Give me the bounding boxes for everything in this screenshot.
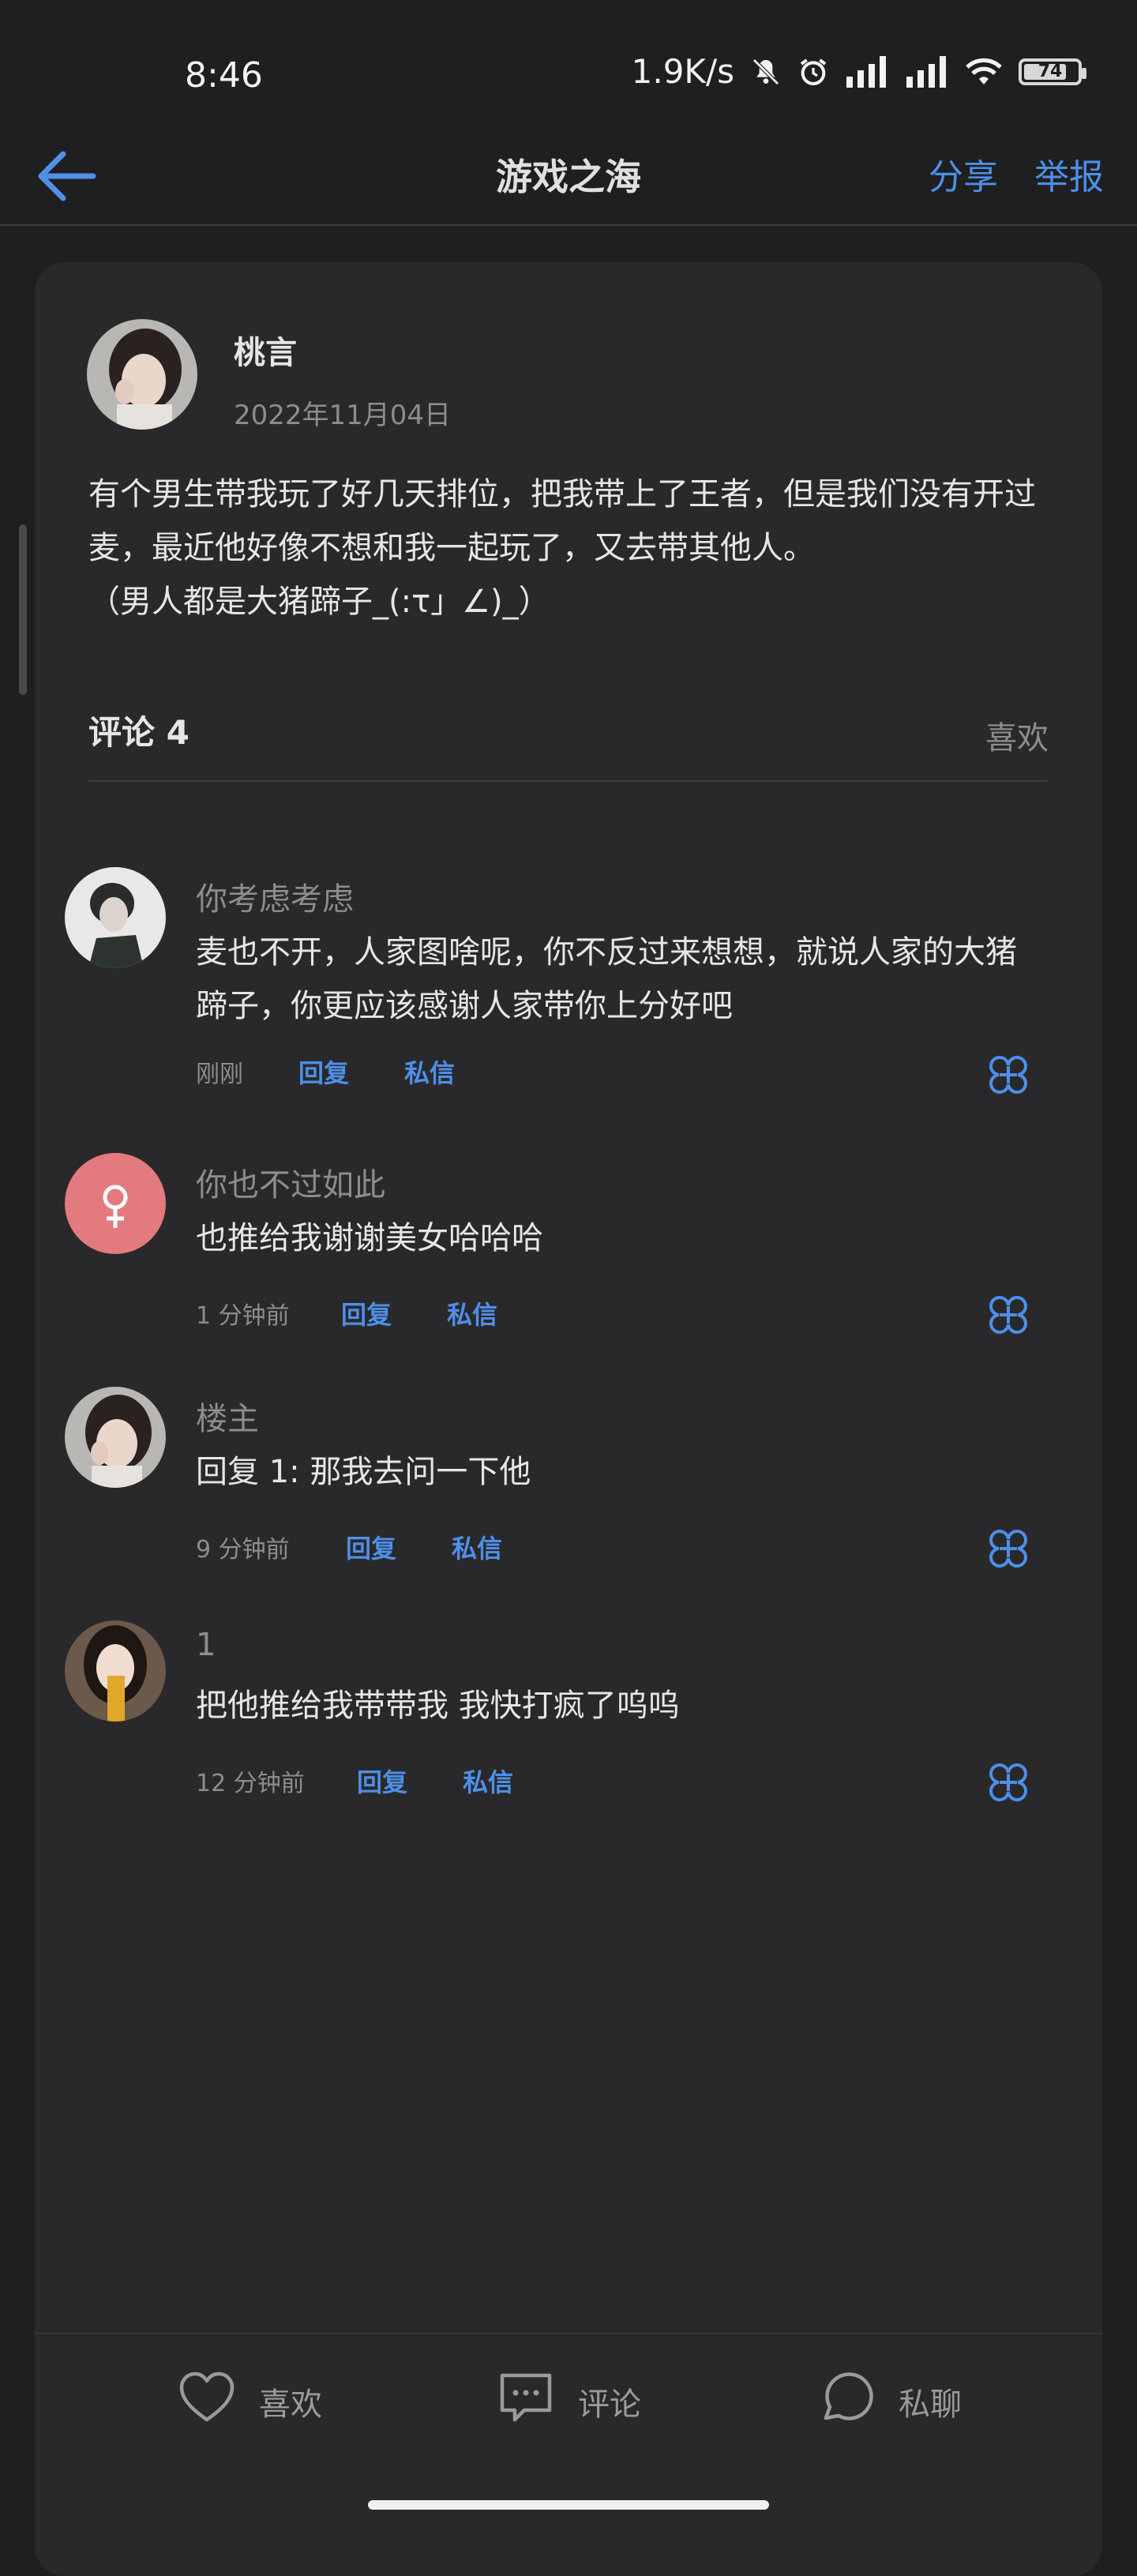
commenter-name[interactable]: 你也不过如此	[196, 1159, 385, 1205]
chat-bubble-icon	[815, 2366, 878, 2437]
home-indicator[interactable]	[368, 2500, 769, 2510]
mute-bell-icon	[750, 56, 782, 88]
post-date: 2022年11月04日	[234, 400, 452, 431]
comment-text: 麦也不开，人家图啥呢，你不反过来想想，就说人家的大猪蹄子，你更应该感谢人家带你上…	[196, 934, 1017, 1024]
comment-meta: 刚刚 回复 私信	[196, 1053, 455, 1090]
comment-bubble-icon	[494, 2366, 557, 2437]
commenter-avatar[interactable]	[65, 1620, 166, 1722]
battery-icon: 74	[1019, 58, 1086, 85]
comment-meta: 12 分钟前 回复 私信	[196, 1763, 513, 1799]
comment-text: 把他推给我带带我 我快打疯了呜呜	[196, 1688, 680, 1724]
private-message-button[interactable]: 私信	[447, 1295, 497, 1331]
reply-button[interactable]: 回复	[346, 1529, 396, 1565]
clover-like-icon[interactable]	[985, 1292, 1031, 1338]
scrollbar[interactable]	[19, 524, 27, 695]
comment-label: 评论	[578, 2386, 641, 2423]
wifi-icon	[965, 56, 1003, 88]
report-button[interactable]: 举报	[1034, 148, 1104, 199]
private-message-button[interactable]: 私信	[463, 1763, 513, 1799]
commenter-name[interactable]: 你考虑考虑	[196, 873, 354, 919]
heart-icon	[175, 2366, 238, 2437]
commenter-name[interactable]: 1	[196, 1627, 216, 1663]
like-button[interactable]: 喜欢	[175, 2366, 322, 2437]
network-speed: 1.9K/s	[631, 52, 734, 91]
private-chat-button[interactable]: 私聊	[815, 2366, 962, 2437]
comment-text: 也推给我谢谢美女哈哈哈	[196, 1220, 543, 1256]
post-body: 有个男生带我玩了好几天排位，把我带上了王者，但是我们没有开过麦，最近他好像不想和…	[88, 476, 1036, 620]
status-time: 8:46	[185, 55, 263, 96]
private-message-button[interactable]: 私信	[404, 1053, 455, 1090]
signal-icon	[845, 55, 889, 88]
commenter-avatar[interactable]	[65, 1387, 166, 1488]
comment-time: 1 分钟前	[196, 1302, 290, 1330]
bottom-divider	[35, 2333, 1102, 2334]
reply-button[interactable]: 回复	[298, 1053, 349, 1090]
clover-like-icon[interactable]	[985, 1526, 1031, 1572]
reply-button[interactable]: 回复	[341, 1295, 392, 1331]
chat-label: 私聊	[899, 2386, 962, 2423]
comments-title: 评论 4	[88, 713, 190, 752]
comment-text: 回复 1: 那我去问一下他	[196, 1454, 531, 1490]
bottom-action-bar: 喜欢 评论 私聊	[0, 2366, 1137, 2453]
top-nav-bar: 游戏之海 分享 举报	[0, 126, 1137, 226]
signal-icon-2	[905, 55, 949, 88]
comment-button[interactable]: 评论	[494, 2366, 641, 2437]
comment-time: 刚刚	[196, 1061, 243, 1088]
comment-time: 9 分钟前	[196, 1536, 290, 1564]
commenter-name[interactable]: 楼主	[196, 1393, 259, 1439]
author-avatar[interactable]	[87, 319, 197, 430]
commenter-avatar[interactable]	[65, 867, 166, 968]
share-button[interactable]: 分享	[929, 148, 998, 199]
like-label: 喜欢	[259, 2386, 322, 2423]
section-divider	[88, 780, 1049, 782]
likes-tab[interactable]: 喜欢	[985, 712, 1049, 758]
clover-like-icon[interactable]	[985, 1759, 1031, 1805]
comment-meta: 1 分钟前 回复 私信	[196, 1295, 497, 1331]
female-symbol-icon	[103, 1185, 128, 1228]
clover-like-icon[interactable]	[985, 1052, 1031, 1098]
comment-meta: 9 分钟前 回复 私信	[196, 1529, 502, 1565]
commenter-avatar[interactable]	[65, 1153, 166, 1254]
comment-time: 12 分钟前	[196, 1770, 305, 1797]
reply-button[interactable]: 回复	[357, 1763, 407, 1799]
battery-level: 74	[1038, 62, 1063, 81]
author-name[interactable]: 桃言	[234, 327, 297, 373]
alarm-icon	[797, 56, 829, 88]
status-icons: 1.9K/s 74	[631, 52, 1086, 91]
private-message-button[interactable]: 私信	[452, 1529, 502, 1565]
